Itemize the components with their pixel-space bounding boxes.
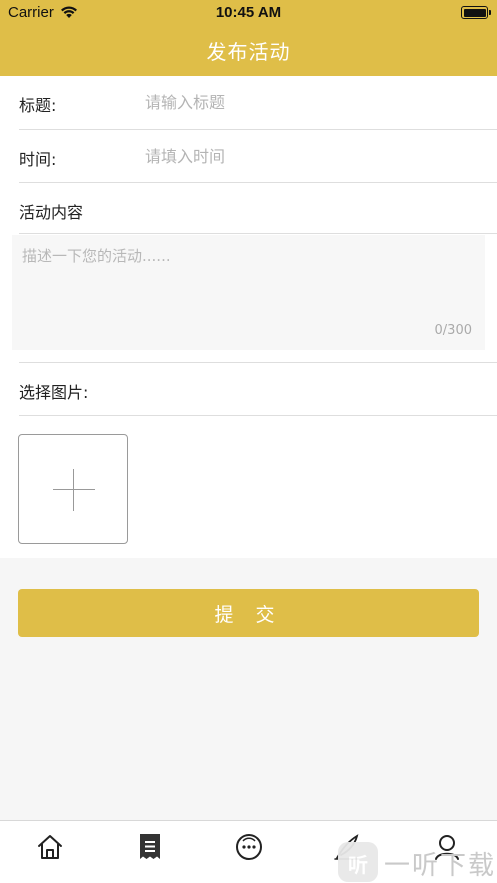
plus-icon bbox=[53, 489, 95, 490]
home-icon bbox=[38, 835, 62, 859]
watermark: 听 一听下载 bbox=[338, 842, 497, 883]
tab-orders[interactable] bbox=[134, 831, 166, 863]
content-textarea-box: 0/300 bbox=[12, 235, 485, 350]
activity-form: 标题: 时间: 活动内容 0/300 选择图片: bbox=[0, 76, 497, 558]
time-row: 时间: bbox=[0, 130, 497, 182]
receipt-icon bbox=[140, 834, 160, 859]
image-label: 选择图片: bbox=[19, 383, 89, 402]
title-row: 标题: bbox=[0, 76, 497, 128]
watermark-logo: 听 bbox=[338, 842, 378, 882]
watermark-text: 一听下载 bbox=[384, 851, 497, 881]
status-time: 10:45 AM bbox=[215, 4, 282, 21]
title-label: 标题: bbox=[19, 96, 57, 115]
tab-home[interactable] bbox=[34, 831, 66, 863]
divider bbox=[19, 233, 497, 234]
time-input[interactable] bbox=[145, 142, 475, 170]
time-label: 时间: bbox=[19, 150, 57, 169]
watermark-logo-glyph: 听 bbox=[348, 853, 368, 877]
content-textarea[interactable] bbox=[22, 245, 472, 315]
nav-header: Carrier 10:45 AM 发布活动 bbox=[0, 0, 497, 76]
image-row: 选择图片: bbox=[0, 363, 497, 415]
chat-icon bbox=[236, 834, 262, 860]
submit-button[interactable]: 提 交 bbox=[18, 589, 479, 637]
plus-icon-stroke bbox=[73, 469, 74, 511]
char-counter: 0/300 bbox=[434, 323, 472, 338]
content-row: 活动内容 bbox=[0, 183, 497, 235]
content-label: 活动内容 bbox=[19, 203, 84, 222]
page-title: 发布活动 bbox=[206, 40, 291, 64]
divider bbox=[19, 415, 497, 416]
add-image-button[interactable] bbox=[18, 434, 128, 544]
tab-messages[interactable] bbox=[233, 831, 265, 863]
status-bar: Carrier 10:45 AM bbox=[0, 0, 497, 26]
battery-icon bbox=[461, 6, 491, 19]
title-input[interactable] bbox=[145, 88, 475, 116]
